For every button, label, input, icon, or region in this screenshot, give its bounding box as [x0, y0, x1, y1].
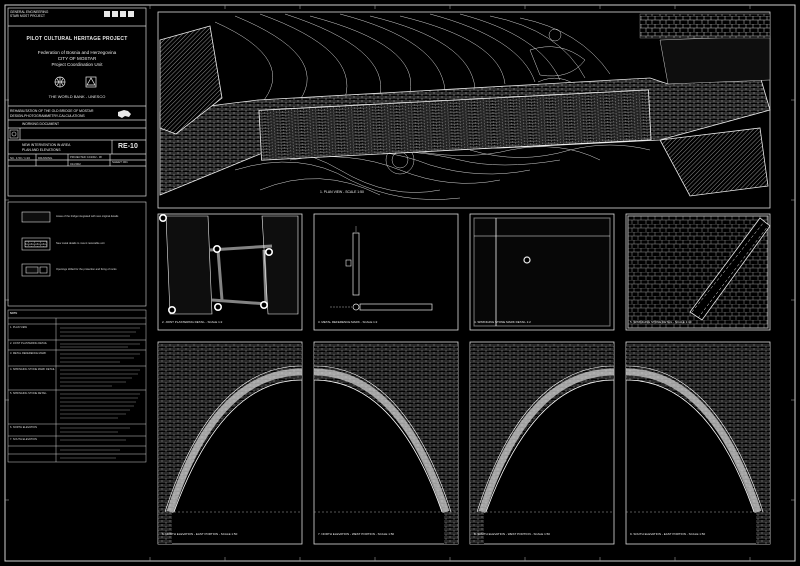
- org-line-1: Federation of Bosnia and Herzegovina: [37, 50, 117, 55]
- org-line-3: Project Coordination Unit: [51, 62, 103, 67]
- detail-3-caption: 3. METAL REFERENCE MARK - SCALE 1:2: [318, 320, 378, 324]
- detail-4-caption: 4. SPRINGING STONE MARK DETAIL 1:2: [474, 320, 531, 324]
- notes-row-4: 4. SPRINGING STONE MARK DETAIL: [10, 368, 55, 371]
- elevation-8-frame: [469, 341, 615, 545]
- plan-view-caption: 1. PLAN VIEW - SCALE 1:50: [320, 190, 364, 194]
- detail-2-caption: 2. JOINT PLASTERING DETAIL - SCALE 1:2: [162, 320, 223, 324]
- drawing-cell: DRAWING: [38, 156, 53, 160]
- plan-view-frame: [157, 11, 771, 209]
- detail-5-caption: 5. SPRINGING STONE DETAIL - SCALE 1:10: [630, 320, 692, 324]
- doc-type: WORKING DOCUMENT: [22, 122, 60, 126]
- world-bank-logo: [54, 76, 66, 88]
- notes-row-6: 6. NORTH ELEVATION: [10, 426, 37, 429]
- notes-row-2: 2. JOINT PLASTERING DETAIL: [10, 342, 48, 345]
- date-cell: 01/2002: [70, 162, 81, 166]
- sheet-title-2: PLAN AND ELEVATIONS: [22, 148, 61, 152]
- projected-cell: PROJECTED: 10/2002 - 08: [70, 156, 102, 159]
- notes-header: NOTE: [10, 312, 18, 315]
- elevation-9-caption: 9. SOUTH ELEVATION - EAST PORTION - SCAL…: [630, 532, 706, 536]
- notes-row-7: 7. SOUTH ELEVATION: [10, 438, 37, 441]
- legend-item-3-text: Openings drilled for the protection and …: [56, 268, 117, 271]
- project-title: PILOT CULTURAL HERITAGE PROJECT: [26, 36, 128, 42]
- legend-item-1-text: Areas of the bridge integrated with new …: [56, 215, 119, 218]
- elevation-8-caption: 8. SOUTH ELEVATION - WEST PORTION - SCAL…: [474, 532, 550, 536]
- block-title-2: DESIGN-PHOTOGRAMMETRY-CALCULATIONS: [10, 114, 85, 118]
- detail-3-frame: [313, 213, 459, 331]
- small-photo-icon: [9, 129, 19, 139]
- legend-item-2-text: New metal details to mount restorable un…: [56, 242, 105, 245]
- org-line-2: CITY OF MOSTAR: [57, 56, 97, 61]
- detail-5-frame: [625, 213, 771, 331]
- detail-4-frame: [469, 213, 615, 331]
- sheet-number-cell: SHEET 001: [112, 160, 128, 164]
- elevation-7-frame: [313, 341, 459, 545]
- scale-cell: SC. 1:50 / 1:20: [10, 156, 31, 160]
- header-icons: [104, 11, 134, 17]
- notes-row-3: 3. METAL REFERENCE MARK: [10, 352, 47, 355]
- elevation-6-caption: 6. NORTH ELEVATION - EAST PORTION - SCAL…: [162, 532, 238, 536]
- elevation-7-caption: 7. NORTH ELEVATION - WEST PORTION - SCAL…: [318, 532, 395, 536]
- sponsor-name: THE WORLD BANK - UNESCO: [48, 94, 106, 99]
- notes-text-lines: [60, 327, 140, 459]
- block-title-1: REHABILITATION OF THE OLD BRIDGE OF MOST…: [10, 109, 94, 113]
- unesco-logo: [85, 76, 97, 88]
- sheet-code: RE-10: [118, 143, 138, 150]
- detail-2-frame: [157, 213, 303, 331]
- drawing-sheet: [4, 4, 796, 562]
- sheet-title-1: NEW INTERVENTION IN AREA: [22, 143, 71, 147]
- bosnia-map-icon: [118, 110, 131, 118]
- notes-row-1: 1. PLAN VIEW: [10, 326, 28, 329]
- notes-row-5: 5. SPRINGING STONE DETAIL: [10, 392, 47, 395]
- elevation-6-frame: [157, 341, 303, 545]
- header-top-line-2: STARI MOST PROJECT: [10, 14, 45, 18]
- elevation-9-frame: [625, 341, 771, 545]
